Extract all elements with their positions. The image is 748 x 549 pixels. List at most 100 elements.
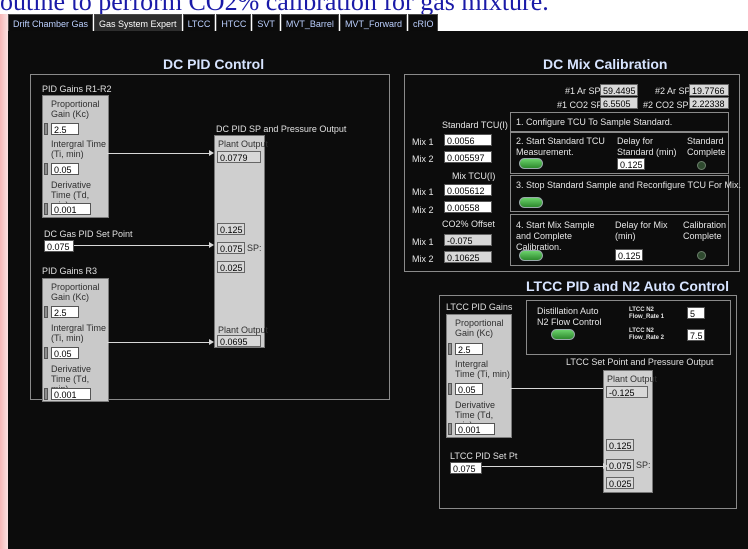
- ltcc-kc-input[interactable]: 2.5: [455, 343, 483, 355]
- ltcc-td-input[interactable]: 0.001: [455, 423, 495, 435]
- tab-bar: Drift Chamber Gas Gas System Expert LTCC…: [8, 14, 439, 33]
- mixtcu-mix1-label: Mix 1: [412, 187, 434, 197]
- ltcc-output-title: LTCC Set Point and Pressure Output: [566, 357, 714, 367]
- mixtcu-mix2-label: Mix 2: [412, 205, 434, 215]
- ti-input[interactable]: 0.05: [51, 163, 79, 175]
- sp-label: SP:: [247, 243, 262, 253]
- ltcc-ti-label: Intergral Time (Ti, min): [455, 359, 510, 379]
- ltcc-setpoint-label: LTCC PID Set Pt: [450, 451, 518, 461]
- flow1-label: LTCC N2 Flow_Rate 1: [629, 307, 665, 320]
- td-spinner[interactable]: [44, 203, 48, 215]
- delay-mix-label: Delay for Mix (min): [615, 220, 668, 241]
- distill-toggle[interactable]: [551, 329, 575, 340]
- sp-low: 0.025: [217, 261, 245, 273]
- step1-label: 1. Configure TCU To Sample Standard.: [516, 117, 673, 127]
- wire-ltcc-gains: [510, 388, 604, 389]
- slide-caption: outine to perform CO2% calibration for g…: [0, 0, 549, 16]
- flow2-input[interactable]: 7.5: [687, 329, 705, 341]
- plant-output-2: 0.0695: [217, 335, 261, 347]
- gains-r3-title: PID Gains R3: [42, 266, 98, 276]
- start-mix-button[interactable]: [519, 250, 543, 261]
- ltcc-setpoint-input[interactable]: 0.075: [450, 462, 482, 474]
- mix-tcu-mix1[interactable]: 0.005612: [444, 184, 492, 196]
- flow1-input[interactable]: 5: [687, 307, 705, 319]
- gains-r1r2-group: Proportional Gain (Kc) 2.5 Intergral Tim…: [42, 95, 109, 218]
- co2-2-value: 2.22338: [689, 97, 729, 109]
- ltcc-sp-high: 0.125: [606, 439, 634, 451]
- delay-mix-input[interactable]: 0.125: [615, 249, 643, 261]
- r3-td-input[interactable]: 0.001: [51, 388, 91, 400]
- mix-tcu-mix2[interactable]: 0.00558: [444, 201, 492, 213]
- r3-ti-label: Intergral Time (Ti, min): [51, 323, 107, 343]
- n2-control-box: Distillation Auto N2 Flow Control LTCC N…: [526, 300, 731, 355]
- dc-output-title: DC PID SP and Pressure Output: [216, 124, 347, 134]
- offset-mix1: -0.075: [444, 234, 492, 246]
- ltcc-gains-group: Proportional Gain (Kc) 2.5 Intergral Tim…: [446, 314, 512, 438]
- ltcc-ti-input[interactable]: 0.05: [455, 383, 483, 395]
- ltcc-plant-output: -0.125: [606, 386, 648, 398]
- co2-2-label: #2 CO2 SP: [643, 100, 689, 110]
- dc-pid-title: DC PID Control: [163, 56, 265, 72]
- step4-box: 4. Start Mix Sample and Complete Calibra…: [510, 214, 729, 266]
- wire-r1r2: [107, 153, 210, 154]
- wire-ltcc-setpoint: [482, 466, 604, 467]
- ar2-value: 19.7766: [689, 84, 729, 96]
- std-tcu-mix2[interactable]: 0.005597: [444, 151, 492, 163]
- std-tcu-mix1[interactable]: 0.0056: [444, 134, 492, 146]
- ltcc-sp-label: SP:: [636, 460, 651, 470]
- ltcc-ti-spinner[interactable]: [448, 383, 452, 395]
- ltcc-sp-mid: 0.075: [606, 459, 634, 471]
- step1-box: 1. Configure TCU To Sample Standard.: [510, 112, 729, 132]
- wire-setpoint: [74, 245, 210, 246]
- gains-r1r2-title: PID Gains R1-R2: [42, 84, 112, 94]
- dc-setpoint-input[interactable]: 0.075: [44, 240, 74, 252]
- offset-mix2: 0.10625: [444, 251, 492, 263]
- ltcc-output-lane: Plant Output -0.125 0.125 0.075 SP: 0.02…: [603, 370, 657, 493]
- sp-high: 0.125: [217, 223, 245, 235]
- step2-box: 2. Start Standard TCU Measurement. Delay…: [510, 132, 729, 174]
- arrow-setpoint: [209, 242, 214, 248]
- std-tcu-label: Standard TCU(I): [442, 120, 508, 130]
- step3-box: 3. Stop Standard Sample and Reconfigure …: [510, 175, 741, 212]
- r3-ti-input[interactable]: 0.05: [51, 347, 79, 359]
- step2-label: 2. Start Standard TCU Measurement.: [516, 136, 605, 157]
- step4-label: 4. Start Mix Sample and Complete Calibra…: [516, 220, 595, 252]
- ar1-label: #1 Ar SP: [565, 86, 601, 96]
- arrow-ltcc-setpoint: [603, 463, 608, 469]
- r3-kc-label: Proportional Gain (Kc): [51, 282, 100, 302]
- sp-mid: 0.075: [217, 242, 245, 254]
- kc-input[interactable]: 2.5: [51, 123, 79, 135]
- gains-r3-group: Proportional Gain (Kc) 2.5 Intergral Tim…: [42, 278, 109, 402]
- r3-td-spinner[interactable]: [44, 388, 48, 400]
- std-complete-label: Standard Complete: [687, 136, 726, 157]
- start-standard-button[interactable]: [519, 158, 543, 169]
- ltcc-gains-title: LTCC PID Gains: [446, 302, 513, 312]
- ltcc-kc-label: Proportional Gain (Kc): [455, 318, 504, 338]
- kc-spinner[interactable]: [44, 123, 48, 135]
- co2-1-label: #1 CO2 SP: [557, 100, 603, 110]
- offset-label: CO2% Offset: [442, 219, 495, 229]
- delay-std-input[interactable]: 0.125: [617, 158, 645, 170]
- dc-output-lane: Plant Output 0.0779 0.125 0.075 SP: 0.02…: [214, 135, 269, 348]
- offset-mix1-label: Mix 1: [412, 237, 434, 247]
- ltcc-kc-spinner[interactable]: [448, 343, 452, 355]
- ltcc-plant-output-label: Plant Output: [607, 374, 658, 384]
- r3-ti-spinner[interactable]: [44, 347, 48, 359]
- r3-kc-input[interactable]: 2.5: [51, 306, 79, 318]
- slide-left-bar: [0, 14, 8, 549]
- reconfigure-tcu-button[interactable]: [519, 197, 543, 208]
- arrow-r3: [209, 339, 214, 345]
- kc-label: Proportional Gain (Kc): [51, 99, 100, 119]
- delay-std-label: Delay for Standard (min): [617, 136, 677, 157]
- dc-setpoint-label: DC Gas PID Set Point: [44, 229, 133, 239]
- r3-kc-spinner[interactable]: [44, 306, 48, 318]
- ltcc-sp-low: 0.025: [606, 477, 634, 489]
- offset-mix2-label: Mix 2: [412, 254, 434, 264]
- step3-label: 3. Stop Standard Sample and Reconfigure …: [516, 180, 741, 190]
- td-input[interactable]: 0.001: [51, 203, 91, 215]
- ltcc-td-spinner[interactable]: [448, 423, 452, 435]
- ar1-value: 59.4495: [600, 84, 638, 96]
- ar2-label: #2 Ar SP: [655, 86, 691, 96]
- ti-spinner[interactable]: [44, 163, 48, 175]
- plant-output-label-1: Plant Output: [218, 139, 269, 149]
